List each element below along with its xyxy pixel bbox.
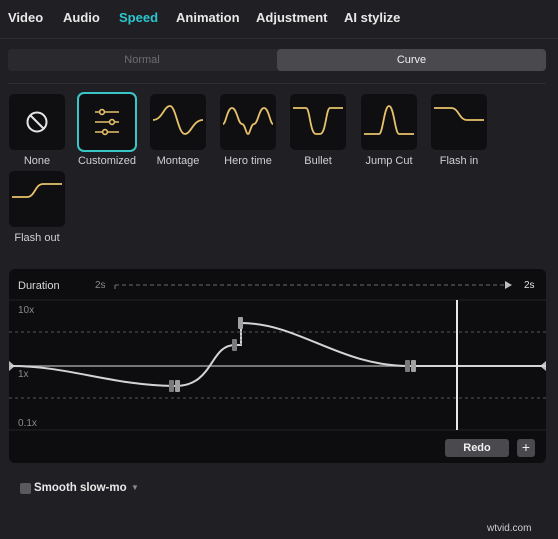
preset-hero-time[interactable]: Hero time [220, 94, 276, 167]
tab-video[interactable]: Video [8, 10, 43, 25]
speed-curve-graph[interactable] [9, 269, 546, 463]
flash-in-curve-icon [431, 94, 487, 150]
preset-flash-in[interactable]: Flash in [431, 94, 487, 167]
axis-label-min: 0.1x [18, 418, 37, 429]
smooth-slowmo-checkbox[interactable] [20, 483, 31, 494]
preset-flash-out[interactable]: Flash out [9, 171, 65, 244]
preset-jump-cut[interactable]: Jump Cut [361, 94, 417, 167]
tab-speed[interactable]: Speed [119, 10, 158, 25]
preset-montage[interactable]: Montage [150, 94, 206, 167]
tab-audio[interactable]: Audio [63, 10, 100, 25]
none-icon [9, 94, 65, 150]
chevron-down-icon[interactable]: ▼ [131, 483, 139, 492]
preset-label: Flash in [439, 155, 479, 167]
hero-time-curve-icon [220, 94, 276, 150]
smooth-slowmo-label: Smooth slow-mo [34, 482, 127, 494]
tabs-divider [0, 38, 558, 39]
top-tab-bar: Video Audio Speed Animation Adjustment A… [0, 0, 558, 38]
duration-arrow-icon [505, 281, 512, 289]
control-point[interactable] [232, 339, 237, 351]
customized-sliders-icon [77, 92, 137, 152]
add-point-button[interactable]: + [517, 439, 535, 457]
normal-mode-button[interactable]: Normal [8, 49, 276, 71]
tab-adjustment[interactable]: Adjustment [256, 10, 328, 25]
preset-bullet[interactable]: Bullet [290, 94, 346, 167]
preset-none[interactable]: None [9, 94, 65, 167]
preset-label: Flash out [14, 232, 60, 244]
redo-button[interactable]: Redo [445, 439, 509, 457]
curve-mode-button[interactable]: Curve [277, 49, 546, 71]
bullet-curve-icon [290, 94, 346, 150]
axis-label-max: 10x [18, 305, 35, 316]
control-point[interactable] [238, 317, 243, 329]
preset-customized[interactable]: Customized [77, 92, 137, 167]
section-divider [8, 83, 546, 84]
flash-out-curve-icon [9, 171, 65, 227]
jump-cut-curve-icon [361, 94, 417, 150]
montage-curve-icon [150, 94, 206, 150]
axis-label-mid: 1x [18, 369, 29, 380]
watermark: wtvid.com [487, 523, 532, 534]
tab-ai-stylize[interactable]: AI stylize [344, 10, 400, 25]
tab-animation[interactable]: Animation [176, 10, 240, 25]
curve-editor-panel: Duration 2s 2s 10x 1x 0.1x Redo + [9, 269, 546, 463]
speed-mode-switch: Normal Curve [8, 49, 546, 71]
